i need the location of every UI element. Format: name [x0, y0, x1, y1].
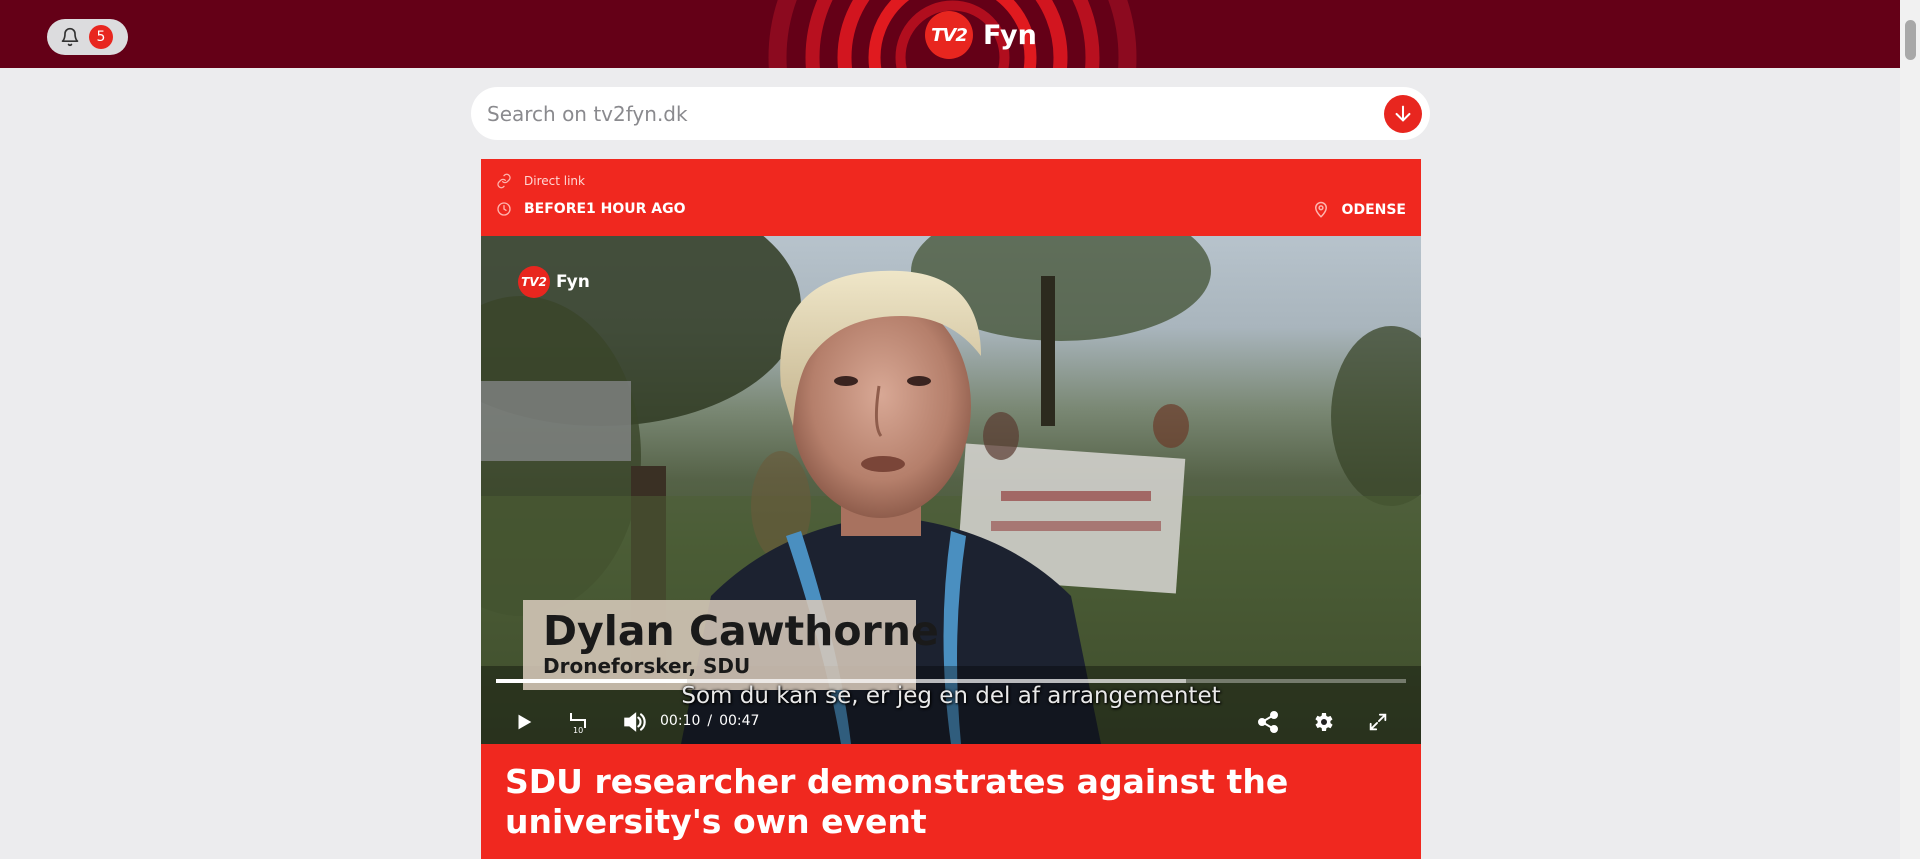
headline-segment: SDU researcher [505, 762, 807, 801]
brand-name: Fyn [983, 19, 1037, 51]
time-separator: / [707, 713, 713, 729]
fullscreen-button[interactable] [1362, 706, 1394, 738]
current-time: 00:10 [660, 713, 701, 729]
duration: 00:47 [719, 713, 760, 729]
volume-button[interactable] [618, 706, 650, 738]
play-button[interactable] [508, 706, 540, 738]
share-button[interactable] [1252, 706, 1284, 738]
headline-segment: demonstrates [806, 762, 1066, 801]
video-logo-name: Fyn [556, 272, 590, 292]
play-icon [518, 714, 532, 730]
scrollbar-thumb[interactable] [1905, 20, 1916, 60]
video-player[interactable]: TV2 Fyn Dylan Cawthorne Droneforsker, SD… [481, 236, 1421, 744]
publish-time-label: BEFORE1 HOUR AGO [524, 201, 686, 217]
video-tv2-logo-mark: TV2 [518, 266, 550, 298]
settings-button[interactable] [1307, 706, 1339, 738]
share-icon [1258, 711, 1278, 733]
lower-third-name: Dylan Cawthorne [543, 607, 939, 655]
search-bar [471, 87, 1430, 140]
volume-icon [624, 712, 646, 732]
article-card: Direct link BEFORE1 HOUR AGO ODENSE TV2 … [481, 159, 1421, 859]
bell-icon [59, 26, 81, 48]
article-headline[interactable]: SDU researcher demonstrates against the … [505, 762, 1405, 842]
notification-count-badge: 5 [89, 25, 113, 49]
tv2-logo-mark: TV2 [925, 11, 973, 59]
video-controls: 10 00:10 / 00:47 [481, 698, 1421, 742]
direct-link[interactable]: Direct link [496, 173, 585, 189]
direct-link-label: Direct link [524, 174, 585, 188]
location-label: ODENSE [1341, 202, 1406, 218]
notifications-button[interactable]: 5 [47, 19, 128, 55]
arrow-down-icon [1395, 105, 1411, 122]
search-input[interactable] [487, 93, 1367, 134]
link-icon [497, 173, 511, 189]
replay-10-icon: 10 [570, 713, 586, 735]
svg-text:10: 10 [573, 726, 583, 735]
clock-icon [497, 202, 511, 216]
fullscreen-icon [1369, 713, 1387, 731]
publish-time: BEFORE1 HOUR AGO [496, 201, 686, 217]
lower-third-caption: Dylan Cawthorne Droneforsker, SDU [523, 600, 939, 690]
time-readout: 00:10 / 00:47 [660, 713, 759, 729]
replay-10-button[interactable]: 10 [563, 706, 595, 738]
page-scrollbar[interactable] [1900, 0, 1920, 859]
brand-logo[interactable]: TV2 Fyn [925, 11, 1037, 59]
location-pin-icon [1314, 201, 1327, 218]
lower-third-role: Droneforsker, SDU [543, 654, 751, 678]
search-submit-button[interactable] [1384, 95, 1422, 133]
headline-segment: own event [732, 802, 927, 841]
top-bar: 5 TV2 Fyn [0, 0, 1900, 68]
video-watermark-logo: TV2 Fyn [518, 266, 590, 298]
settings-icon [1315, 713, 1333, 731]
location[interactable]: ODENSE [1312, 201, 1406, 219]
